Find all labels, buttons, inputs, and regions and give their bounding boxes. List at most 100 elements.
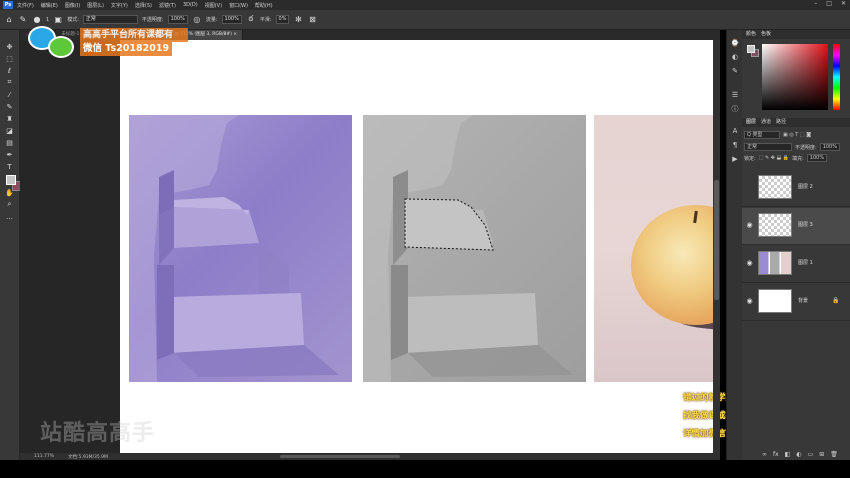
history-icon[interactable]: ⌚: [730, 38, 740, 48]
fx-icon[interactable]: fx: [773, 451, 779, 458]
mode-select[interactable]: 正常: [82, 15, 138, 24]
maximize-button[interactable]: □: [826, 0, 832, 7]
smooth-field[interactable]: 0%: [275, 15, 290, 24]
brush-settings-icon[interactable]: ▣: [53, 15, 63, 25]
type-tool-icon[interactable]: T: [5, 162, 14, 171]
layer-row[interactable]: ◉ 图层 3: [742, 208, 850, 245]
paragraph-icon[interactable]: ¶: [730, 140, 740, 150]
promo-line-2: 微信 Ts20182019: [80, 42, 173, 56]
menu-view[interactable]: 视图(V): [205, 2, 222, 9]
menu-edit[interactable]: 编辑(E): [41, 2, 58, 9]
brush-tool-icon[interactable]: ✎: [5, 102, 14, 111]
layer-name[interactable]: 图层 1: [798, 259, 813, 266]
brush-tool-icon[interactable]: ✎: [18, 15, 28, 25]
zoom-tool-icon[interactable]: ⌕: [5, 200, 14, 209]
pen-tool-icon[interactable]: ✒: [5, 150, 14, 159]
tab-channels[interactable]: 通道: [761, 118, 771, 127]
lasso-tool-icon[interactable]: ℓ: [5, 66, 14, 75]
move-tool-icon[interactable]: ✥: [5, 42, 14, 51]
airbrush-icon[interactable]: ఠ: [246, 14, 256, 25]
right-panels: 颜色 色板 图层 通道 路径 Q 类型 ▣ ◎ T ⬚ ◙ 正常 不透明度: 1…: [742, 30, 850, 460]
zoom-level[interactable]: 111.77%: [34, 454, 54, 459]
menu-filter[interactable]: 滤镜(T): [159, 2, 176, 9]
layer-row[interactable]: 图层 2: [742, 170, 850, 207]
opacity-field[interactable]: 100%: [167, 15, 188, 24]
apple-painting: [594, 115, 720, 382]
filter-icons[interactable]: ▣ ◎ T ⬚ ◙: [783, 132, 811, 138]
document-canvas[interactable]: [120, 40, 720, 453]
horizontal-scrollbar-thumb[interactable]: [280, 455, 400, 458]
lock-options-icons[interactable]: ⬚ ✎ ✥ ⬓ 🔒: [759, 155, 789, 161]
brush-preset-icon[interactable]: ●: [32, 15, 42, 25]
close-button[interactable]: ✕: [841, 0, 846, 7]
layer-opacity-label: 不透明度:: [795, 144, 817, 151]
new-layer-icon[interactable]: ⊞: [819, 451, 824, 458]
layer-name[interactable]: 图层 2: [798, 183, 813, 190]
adjustment-layer-icon[interactable]: ◐: [796, 451, 801, 458]
minimize-button[interactable]: –: [814, 0, 817, 7]
info-icon[interactable]: ⓘ: [730, 104, 740, 114]
brush-panel-icon[interactable]: ✎: [730, 66, 740, 76]
link-layers-icon[interactable]: ∞: [762, 451, 767, 458]
menu-image[interactable]: 图像(I): [65, 2, 80, 9]
more-tools-icon[interactable]: …: [5, 212, 14, 221]
mode-label: 模式:: [67, 17, 79, 23]
menu-help[interactable]: 帮助(H): [255, 2, 273, 9]
layer-thumbnail: [758, 175, 792, 199]
smooth-label: 平滑:: [259, 17, 272, 23]
tab-layers[interactable]: 图层: [746, 118, 756, 127]
layer-row[interactable]: ◉ 背景 🔒: [742, 284, 850, 321]
eye-icon[interactable]: ◉: [745, 221, 754, 230]
gear-icon[interactable]: ✻: [293, 15, 303, 25]
gradient-tool-icon[interactable]: ▤: [5, 138, 14, 147]
foreground-color-swatch[interactable]: [6, 175, 16, 185]
menu-type[interactable]: 文字(Y): [111, 2, 128, 9]
blend-mode-select[interactable]: 正常: [744, 143, 792, 151]
adjustments-icon[interactable]: ◐: [730, 52, 740, 62]
color-panel-foreground-swatch[interactable]: [747, 45, 755, 53]
trash-icon[interactable]: 🗑: [830, 451, 838, 458]
opacity-label: 不透明度:: [141, 17, 164, 23]
layer-row[interactable]: ◉ 图层 1: [742, 246, 850, 283]
marquee-tool-icon[interactable]: ⬚: [5, 54, 14, 63]
character-icon[interactable]: A: [730, 126, 740, 136]
promo-badge: 高高手平台所有课都有 微信 Ts20182019: [28, 24, 188, 60]
canvas-area[interactable]: [20, 40, 720, 453]
layer-opacity-field[interactable]: 100%: [819, 143, 840, 151]
pressure-opacity-icon[interactable]: ◎: [192, 15, 202, 25]
home-icon[interactable]: ⌂: [4, 15, 14, 25]
clone-stamp-icon[interactable]: ♜: [5, 114, 14, 123]
symmetry-icon[interactable]: ⊠: [307, 15, 317, 25]
layer-kind-filter[interactable]: Q 类型: [744, 131, 780, 139]
vertical-scrollbar[interactable]: [713, 40, 720, 453]
eraser-tool-icon[interactable]: ◪: [5, 126, 14, 135]
eye-icon[interactable]: ◉: [745, 297, 754, 306]
menu-layer[interactable]: 图层(L): [87, 2, 104, 9]
actions-icon[interactable]: ▶: [730, 154, 740, 164]
menu-file[interactable]: 文件(F): [17, 2, 34, 9]
layer-name[interactable]: 背景: [798, 297, 808, 304]
layer-thumbnail: [758, 213, 792, 237]
tab-paths[interactable]: 路径: [776, 118, 786, 127]
add-mask-icon[interactable]: ◧: [785, 451, 791, 458]
tab-color[interactable]: 颜色: [746, 30, 756, 39]
layer-name[interactable]: 图层 3: [798, 221, 813, 228]
scrollbar-thumb[interactable]: [714, 180, 719, 300]
flow-field[interactable]: 100%: [221, 15, 242, 24]
hue-slider[interactable]: [833, 44, 840, 110]
properties-icon[interactable]: ☰: [730, 90, 740, 100]
tab-swatches[interactable]: 色板: [761, 30, 771, 39]
menu-bar: Ps 文件(F) 编辑(E) 图像(I) 图层(L) 文字(Y) 选择(S) 滤…: [0, 0, 850, 10]
menu-window[interactable]: 窗口(W): [229, 2, 248, 9]
eyedropper-tool-icon[interactable]: ⁄: [5, 90, 14, 99]
group-icon[interactable]: ▭: [808, 451, 814, 458]
color-picker-field[interactable]: [762, 44, 828, 110]
crop-tool-icon[interactable]: ⌗: [5, 78, 14, 87]
eye-icon[interactable]: ◉: [745, 259, 754, 268]
fill-field[interactable]: 100%: [806, 154, 828, 162]
menu-3d[interactable]: 3D(D): [183, 2, 198, 8]
menu-select[interactable]: 选择(S): [135, 2, 152, 9]
promo-line-1: 高高手平台所有课都有: [80, 28, 188, 42]
watermark-logo: 站酷高高手: [40, 421, 156, 446]
tools-panel: ✥ ⬚ ℓ ⌗ ⁄ ✎ ♜ ◪ ▤ ✒ T ✋ ⌕ …: [0, 30, 22, 460]
